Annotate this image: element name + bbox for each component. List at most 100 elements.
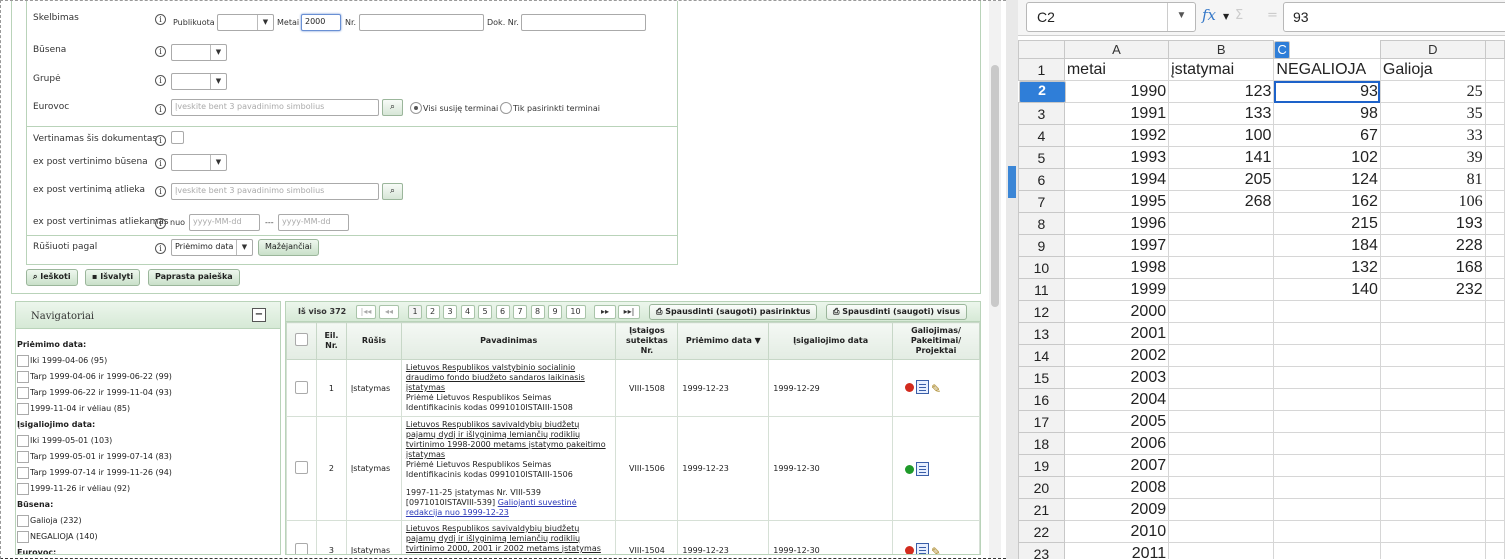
- cell-b18[interactable]: [1168, 432, 1275, 455]
- cell-c15[interactable]: [1273, 366, 1381, 389]
- equals-icon[interactable]: =: [1267, 8, 1278, 23]
- status-dot-icon[interactable]: [905, 383, 915, 392]
- cell-c21[interactable]: [1273, 498, 1381, 521]
- cell-d8[interactable]: 193: [1379, 212, 1486, 235]
- row-header[interactable]: 22: [1018, 520, 1065, 543]
- column-header-c[interactable]: C: [1274, 40, 1290, 59]
- cell-c20[interactable]: [1273, 476, 1381, 499]
- page-button[interactable]: 4: [460, 305, 475, 319]
- cell-c11[interactable]: 140: [1273, 278, 1381, 301]
- row-header[interactable]: 18: [1018, 432, 1065, 455]
- row-header[interactable]: 15: [1018, 366, 1065, 389]
- cell-b23[interactable]: [1168, 542, 1275, 559]
- cell-b5[interactable]: 141: [1168, 146, 1275, 169]
- cell-b11[interactable]: [1168, 278, 1275, 301]
- row-header[interactable]: 6: [1018, 168, 1065, 191]
- cell-c4[interactable]: 67: [1273, 124, 1381, 147]
- cell-e5[interactable]: [1484, 146, 1505, 169]
- cell-a14[interactable]: 2002: [1063, 344, 1170, 367]
- cell-b13[interactable]: [1168, 322, 1275, 345]
- result-title-link[interactable]: Lietuvos Respublikos valstybinio sociali…: [406, 363, 585, 392]
- nav-filter-item[interactable]: 1999-11-04 ir vėliau (85): [17, 403, 130, 415]
- clear-button[interactable]: ▪ Išvalyti: [85, 269, 141, 286]
- cell-b22[interactable]: [1168, 520, 1275, 543]
- cell-a18[interactable]: 2006: [1063, 432, 1170, 455]
- cell-c13[interactable]: [1273, 322, 1381, 345]
- row-header[interactable]: 3: [1018, 102, 1065, 125]
- page-button[interactable]: 5: [478, 305, 492, 319]
- header-pavadinimas[interactable]: Pavadinimas: [400, 322, 617, 360]
- page-button[interactable]: 6: [495, 305, 510, 319]
- cell-a21[interactable]: 2009: [1063, 498, 1170, 521]
- publikuota-select[interactable]: ▼: [217, 14, 274, 31]
- cell-d19[interactable]: [1379, 454, 1486, 477]
- cell-a12[interactable]: 2000: [1063, 300, 1170, 323]
- cell-b16[interactable]: [1168, 388, 1275, 411]
- metai-input[interactable]: 2000: [301, 14, 341, 31]
- row-header[interactable]: 20: [1018, 476, 1065, 499]
- print-selected-button[interactable]: ⎙ Spausdinti (saugoti) pasirinktus: [649, 304, 818, 320]
- simple-search-button[interactable]: Paprasta paieška: [148, 269, 240, 286]
- cell-c8[interactable]: 215: [1273, 212, 1381, 235]
- cell-b17[interactable]: [1168, 410, 1275, 433]
- cell-c22[interactable]: [1273, 520, 1381, 543]
- cell-b2[interactable]: 123: [1168, 80, 1275, 103]
- nav-filter-checkbox[interactable]: [17, 355, 29, 367]
- chevron-down-icon[interactable]: ▼: [1167, 3, 1195, 31]
- page-button[interactable]: 8: [530, 305, 545, 319]
- order-button[interactable]: Mažėjančiai: [258, 239, 319, 256]
- next-page-button[interactable]: ▸▸: [594, 305, 616, 319]
- header-istaigos-nr[interactable]: Įstaigos suteiktas Nr.: [615, 322, 679, 360]
- nav-filter-item[interactable]: Tarp 1999-05-01 ir 1999-07-14 (83): [17, 451, 172, 463]
- column-header-b[interactable]: B: [1168, 40, 1275, 59]
- date-from-input[interactable]: yyyy-MM-dd: [189, 214, 260, 231]
- cell-c23[interactable]: [1273, 542, 1381, 559]
- cell-c14[interactable]: [1273, 344, 1381, 367]
- cell-c7[interactable]: 162: [1273, 190, 1381, 213]
- chevron-down-icon[interactable]: ▼: [1223, 12, 1229, 21]
- cell-d12[interactable]: [1379, 300, 1486, 323]
- cell-d20[interactable]: [1379, 476, 1486, 499]
- pencil-icon[interactable]: ✎: [931, 545, 941, 555]
- header-isigaliojimo-data[interactable]: Įsigaliojimo data: [768, 322, 894, 360]
- cell-a22[interactable]: 2010: [1063, 520, 1170, 543]
- cell-d16[interactable]: [1379, 388, 1486, 411]
- header-rusis[interactable]: Rūšis: [345, 322, 402, 360]
- cell-c3[interactable]: 98: [1273, 102, 1381, 125]
- cell-e14[interactable]: [1484, 344, 1505, 367]
- cell-a6[interactable]: 1994: [1063, 168, 1170, 191]
- row-header[interactable]: 7: [1018, 190, 1065, 213]
- nav-filter-item[interactable]: Tarp 1999-04-06 ir 1999-06-22 (99): [17, 371, 172, 383]
- row-header[interactable]: 1: [1018, 58, 1065, 81]
- cell-d9[interactable]: 228: [1379, 234, 1486, 257]
- vertinamas-checkbox[interactable]: [171, 131, 184, 144]
- page-button[interactable]: 1: [408, 305, 422, 319]
- cell-d10[interactable]: 168: [1379, 256, 1486, 279]
- row-header[interactable]: 11: [1018, 278, 1065, 301]
- cell-b9[interactable]: [1168, 234, 1275, 257]
- cell-a7[interactable]: 1995: [1063, 190, 1170, 213]
- row-header[interactable]: 4: [1018, 124, 1065, 147]
- nav-filter-checkbox[interactable]: [17, 515, 29, 527]
- cell-e1[interactable]: [1484, 58, 1505, 81]
- cell-b10[interactable]: [1168, 256, 1275, 279]
- row-header[interactable]: 5: [1018, 146, 1065, 169]
- nav-filter-item[interactable]: 1999-11-26 ir vėliau (92): [17, 483, 130, 495]
- cell-d1[interactable]: Galioja: [1379, 58, 1486, 81]
- nav-filter-item[interactable]: Iki 1999-05-01 (103): [17, 435, 112, 447]
- nav-filter-item[interactable]: Tarp 1999-07-14 ir 1999-11-26 (94): [17, 467, 172, 479]
- nav-filter-checkbox[interactable]: [17, 371, 29, 383]
- info-icon[interactable]: i: [155, 135, 166, 146]
- cell-d22[interactable]: [1379, 520, 1486, 543]
- cell-b21[interactable]: [1168, 498, 1275, 521]
- cell-d11[interactable]: 232: [1379, 278, 1486, 301]
- cell-c2[interactable]: 93: [1273, 80, 1381, 103]
- nav-filter-checkbox[interactable]: [17, 403, 29, 415]
- page-button[interactable]: 3: [443, 305, 457, 319]
- cell-b3[interactable]: 133: [1168, 102, 1275, 125]
- cell-c19[interactable]: [1273, 454, 1381, 477]
- cell-e22[interactable]: [1484, 520, 1505, 543]
- info-icon[interactable]: i: [155, 186, 166, 197]
- cell-e8[interactable]: [1484, 212, 1505, 235]
- cell-e7[interactable]: [1484, 190, 1505, 213]
